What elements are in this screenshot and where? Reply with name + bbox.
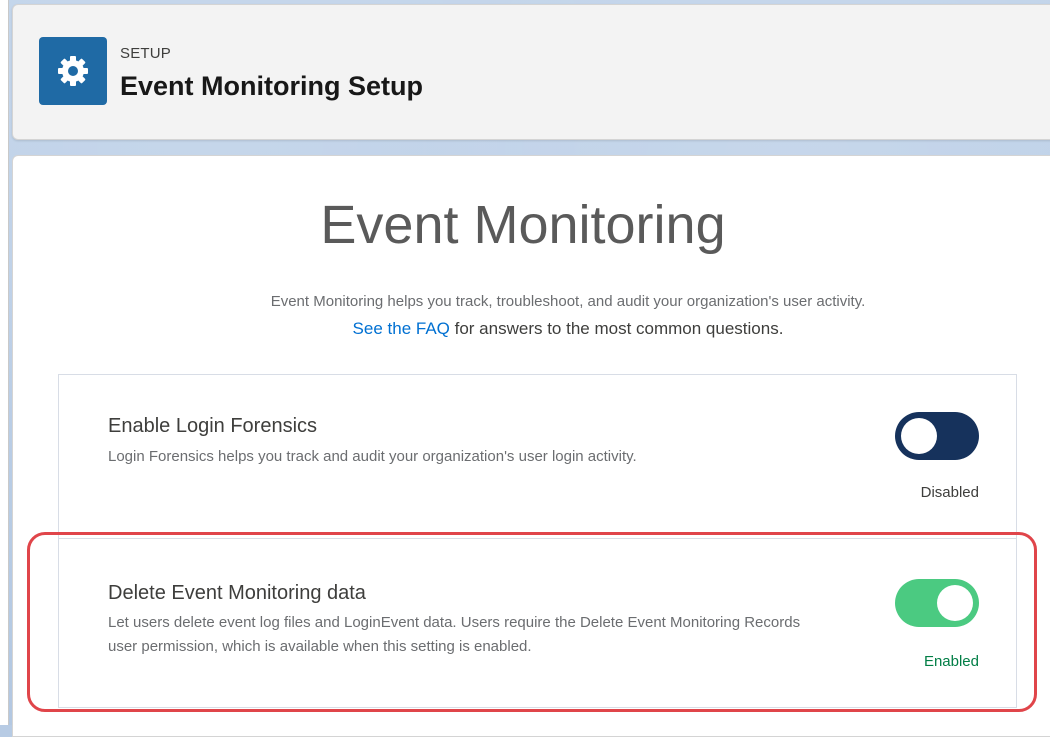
setting-description: Login Forensics helps you track and audi… bbox=[108, 448, 637, 465]
login-forensics-toggle[interactable] bbox=[895, 412, 979, 460]
setting-description: Let users delete event log files and Log… bbox=[108, 614, 801, 655]
setup-badge bbox=[39, 37, 107, 105]
page-header: SETUP Event Monitoring Setup bbox=[12, 4, 1050, 140]
faq-line: See the FAQ for answers to the most comm… bbox=[13, 315, 1050, 342]
left-edge-strip bbox=[0, 0, 9, 725]
toggle-knob bbox=[937, 585, 973, 621]
setting-login-forensics: Enable Login Forensics Login Forensics h… bbox=[59, 375, 1016, 539]
settings-panel: Enable Login Forensics Login Forensics h… bbox=[58, 374, 1017, 708]
section-title: Event Monitoring bbox=[320, 195, 726, 255]
intro-text: Event Monitoring helps you track, troubl… bbox=[13, 288, 1050, 342]
toggle-knob bbox=[901, 418, 937, 454]
faq-suffix: for answers to the most common questions… bbox=[449, 319, 784, 338]
toggle-status: Disabled bbox=[920, 484, 979, 501]
setting-title: Delete Event Monitoring data bbox=[108, 582, 366, 604]
delete-event-data-toggle[interactable] bbox=[895, 579, 979, 627]
main-content-card: Event Monitoring Event Monitoring helps … bbox=[12, 155, 1050, 737]
setting-delete-event-data: Delete Event Monitoring data Let users d… bbox=[59, 539, 1016, 707]
gear-icon bbox=[58, 56, 88, 86]
toggle-status: Enabled bbox=[923, 653, 979, 670]
page-title: Event Monitoring Setup bbox=[120, 71, 423, 101]
header-eyebrow: SETUP bbox=[120, 45, 172, 62]
setting-title: Enable Login Forensics bbox=[108, 415, 318, 437]
faq-link[interactable]: See the FAQ bbox=[353, 319, 450, 338]
intro-line: Event Monitoring helps you track, troubl… bbox=[270, 293, 866, 310]
